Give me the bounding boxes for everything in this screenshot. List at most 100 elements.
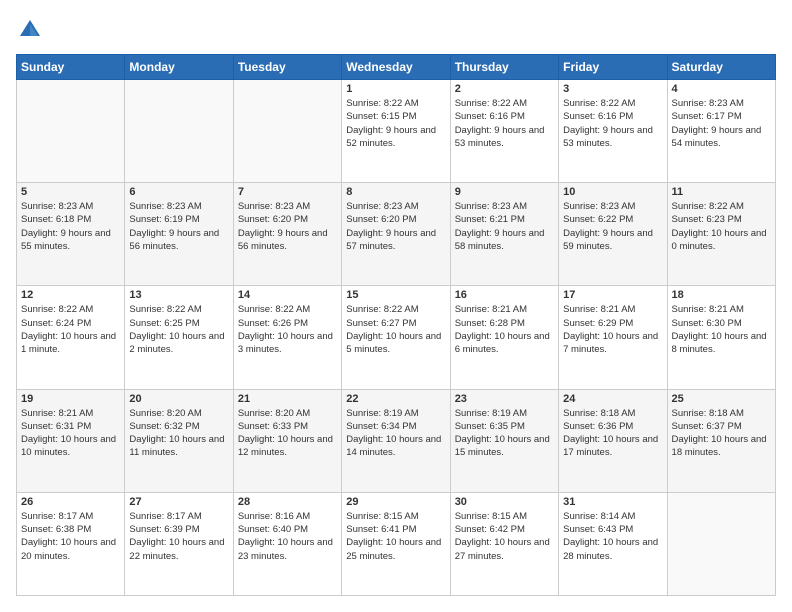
day-info: Sunrise: 8:17 AMSunset: 6:38 PMDaylight:… (21, 510, 120, 563)
calendar-day-header: Wednesday (342, 55, 450, 80)
calendar-day-cell: 19 Sunrise: 8:21 AMSunset: 6:31 PMDayligh… (17, 389, 125, 492)
day-number: 2 (455, 83, 554, 95)
day-number: 13 (129, 289, 228, 301)
calendar-day-cell: 14 Sunrise: 8:22 AMSunset: 6:26 PMDayligh… (233, 286, 341, 389)
day-number: 24 (563, 393, 662, 405)
day-info: Sunrise: 8:23 AMSunset: 6:18 PMDaylight:… (21, 200, 120, 253)
calendar-day-cell: 31 Sunrise: 8:14 AMSunset: 6:43 PMDayligh… (559, 492, 667, 595)
day-info: Sunrise: 8:21 AMSunset: 6:28 PMDaylight:… (455, 303, 554, 356)
day-number: 14 (238, 289, 337, 301)
calendar-week-row: 1 Sunrise: 8:22 AMSunset: 6:15 PMDaylight… (17, 80, 776, 183)
day-number: 28 (238, 496, 337, 508)
day-info: Sunrise: 8:21 AMSunset: 6:31 PMDaylight:… (21, 407, 120, 460)
day-info: Sunrise: 8:23 AMSunset: 6:17 PMDaylight:… (672, 97, 771, 150)
day-info: Sunrise: 8:22 AMSunset: 6:24 PMDaylight:… (21, 303, 120, 356)
header (16, 16, 776, 44)
calendar-day-header: Monday (125, 55, 233, 80)
day-info: Sunrise: 8:22 AMSunset: 6:16 PMDaylight:… (563, 97, 662, 150)
calendar-day-cell: 5Sunrise: 8:23 AMSunset: 6:18 PMDaylight… (17, 183, 125, 286)
day-info: Sunrise: 8:19 AMSunset: 6:34 PMDaylight:… (346, 407, 445, 460)
day-info: Sunrise: 8:19 AMSunset: 6:35 PMDaylight:… (455, 407, 554, 460)
calendar-day-cell: 12 Sunrise: 8:22 AMSunset: 6:24 PMDayligh… (17, 286, 125, 389)
calendar-day-cell: 20 Sunrise: 8:20 AMSunset: 6:32 PMDayligh… (125, 389, 233, 492)
calendar-day-cell: 8 Sunrise: 8:23 AMSunset: 6:20 PMDaylight… (342, 183, 450, 286)
day-info: Sunrise: 8:21 AMSunset: 6:30 PMDaylight:… (672, 303, 771, 356)
day-number: 29 (346, 496, 445, 508)
day-number: 4 (672, 83, 771, 95)
calendar-day-cell: 13 Sunrise: 8:22 AMSunset: 6:25 PMDayligh… (125, 286, 233, 389)
day-number: 30 (455, 496, 554, 508)
calendar-day-cell: 17 Sunrise: 8:21 AMSunset: 6:29 PMDayligh… (559, 286, 667, 389)
day-number: 12 (21, 289, 120, 301)
calendar-header-row: SundayMondayTuesdayWednesdayThursdayFrid… (17, 55, 776, 80)
calendar-day-cell: 22 Sunrise: 8:19 AMSunset: 6:34 PMDayligh… (342, 389, 450, 492)
calendar-week-row: 19 Sunrise: 8:21 AMSunset: 6:31 PMDayligh… (17, 389, 776, 492)
calendar-day-header: Sunday (17, 55, 125, 80)
calendar-day-cell: 29 Sunrise: 8:15 AMSunset: 6:41 PMDayligh… (342, 492, 450, 595)
calendar-day-cell: 6 Sunrise: 8:23 AMSunset: 6:19 PMDaylight… (125, 183, 233, 286)
calendar-day-cell: 18Sunrise: 8:21 AMSunset: 6:30 PMDayligh… (667, 286, 775, 389)
day-info: Sunrise: 8:20 AMSunset: 6:33 PMDaylight:… (238, 407, 337, 460)
calendar-day-cell (667, 492, 775, 595)
day-info: Sunrise: 8:20 AMSunset: 6:32 PMDaylight:… (129, 407, 228, 460)
day-info: Sunrise: 8:17 AMSunset: 6:39 PMDaylight:… (129, 510, 228, 563)
calendar-day-cell: 28 Sunrise: 8:16 AMSunset: 6:40 PMDayligh… (233, 492, 341, 595)
calendar-day-cell: 2 Sunrise: 8:22 AMSunset: 6:16 PMDaylight… (450, 80, 558, 183)
day-info: Sunrise: 8:22 AMSunset: 6:25 PMDaylight:… (129, 303, 228, 356)
day-info: Sunrise: 8:22 AMSunset: 6:15 PMDaylight:… (346, 97, 445, 150)
calendar-day-cell (17, 80, 125, 183)
day-info: Sunrise: 8:18 AMSunset: 6:37 PMDaylight:… (672, 407, 771, 460)
logo (16, 16, 48, 44)
calendar-day-cell (233, 80, 341, 183)
day-info: Sunrise: 8:16 AMSunset: 6:40 PMDaylight:… (238, 510, 337, 563)
day-number: 16 (455, 289, 554, 301)
logo-icon (16, 16, 44, 44)
day-number: 1 (346, 83, 445, 95)
day-number: 10 (563, 186, 662, 198)
calendar-day-cell: 4 Sunrise: 8:23 AMSunset: 6:17 PMDaylight… (667, 80, 775, 183)
day-number: 23 (455, 393, 554, 405)
day-info: Sunrise: 8:23 AMSunset: 6:20 PMDaylight:… (346, 200, 445, 253)
day-info: Sunrise: 8:23 AMSunset: 6:21 PMDaylight:… (455, 200, 554, 253)
day-info: Sunrise: 8:22 AMSunset: 6:16 PMDaylight:… (455, 97, 554, 150)
calendar-week-row: 26Sunrise: 8:17 AMSunset: 6:38 PMDayligh… (17, 492, 776, 595)
day-info: Sunrise: 8:21 AMSunset: 6:29 PMDaylight:… (563, 303, 662, 356)
calendar-day-cell: 26Sunrise: 8:17 AMSunset: 6:38 PMDayligh… (17, 492, 125, 595)
day-number: 8 (346, 186, 445, 198)
day-info: Sunrise: 8:18 AMSunset: 6:36 PMDaylight:… (563, 407, 662, 460)
calendar-day-cell: 25 Sunrise: 8:18 AMSunset: 6:37 PMDayligh… (667, 389, 775, 492)
day-info: Sunrise: 8:15 AMSunset: 6:42 PMDaylight:… (455, 510, 554, 563)
calendar-day-cell (125, 80, 233, 183)
calendar-week-row: 12 Sunrise: 8:22 AMSunset: 6:24 PMDayligh… (17, 286, 776, 389)
day-number: 31 (563, 496, 662, 508)
day-number: 19 (21, 393, 120, 405)
day-info: Sunrise: 8:14 AMSunset: 6:43 PMDaylight:… (563, 510, 662, 563)
day-info: Sunrise: 8:22 AMSunset: 6:27 PMDaylight:… (346, 303, 445, 356)
day-number: 3 (563, 83, 662, 95)
day-number: 11 (672, 186, 771, 198)
calendar-day-cell: 24 Sunrise: 8:18 AMSunset: 6:36 PMDayligh… (559, 389, 667, 492)
day-number: 9 (455, 186, 554, 198)
day-info: Sunrise: 8:23 AMSunset: 6:22 PMDaylight:… (563, 200, 662, 253)
day-info: Sunrise: 8:22 AMSunset: 6:23 PMDaylight:… (672, 200, 771, 253)
day-number: 25 (672, 393, 771, 405)
calendar-day-header: Saturday (667, 55, 775, 80)
calendar-week-row: 5Sunrise: 8:23 AMSunset: 6:18 PMDaylight… (17, 183, 776, 286)
calendar-table: SundayMondayTuesdayWednesdayThursdayFrid… (16, 54, 776, 596)
day-info: Sunrise: 8:15 AMSunset: 6:41 PMDaylight:… (346, 510, 445, 563)
calendar-day-cell: 27 Sunrise: 8:17 AMSunset: 6:39 PMDayligh… (125, 492, 233, 595)
day-info: Sunrise: 8:22 AMSunset: 6:26 PMDaylight:… (238, 303, 337, 356)
calendar-day-cell: 30 Sunrise: 8:15 AMSunset: 6:42 PMDayligh… (450, 492, 558, 595)
calendar-day-cell: 16 Sunrise: 8:21 AMSunset: 6:28 PMDayligh… (450, 286, 558, 389)
day-number: 21 (238, 393, 337, 405)
calendar-day-cell: 3 Sunrise: 8:22 AMSunset: 6:16 PMDaylight… (559, 80, 667, 183)
day-number: 17 (563, 289, 662, 301)
day-number: 22 (346, 393, 445, 405)
day-info: Sunrise: 8:23 AMSunset: 6:20 PMDaylight:… (238, 200, 337, 253)
day-info: Sunrise: 8:23 AMSunset: 6:19 PMDaylight:… (129, 200, 228, 253)
day-number: 27 (129, 496, 228, 508)
day-number: 6 (129, 186, 228, 198)
day-number: 20 (129, 393, 228, 405)
calendar-day-cell: 7Sunrise: 8:23 AMSunset: 6:20 PMDaylight… (233, 183, 341, 286)
day-number: 15 (346, 289, 445, 301)
